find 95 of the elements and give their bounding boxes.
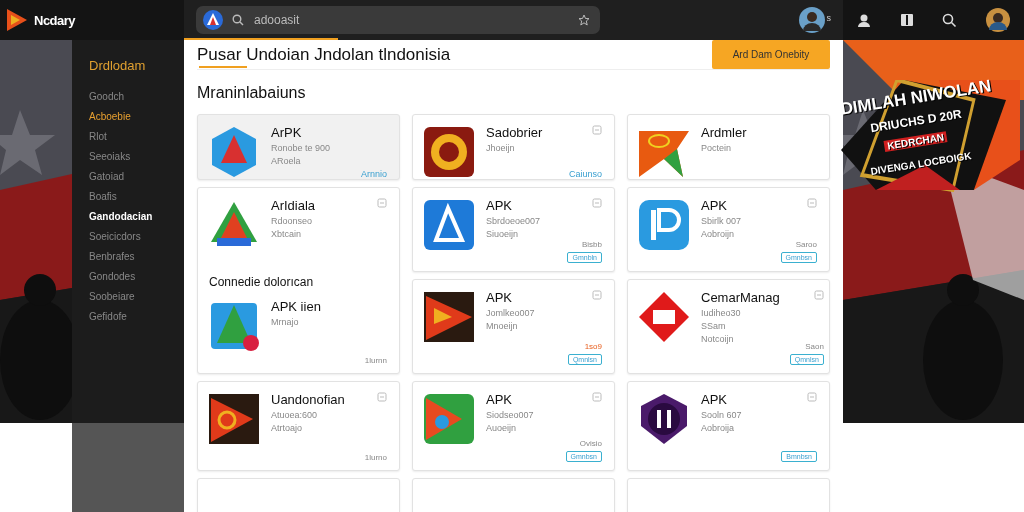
- bookmark-icon[interactable]: [592, 392, 602, 402]
- app-icon: [202, 9, 224, 31]
- sidebar-item[interactable]: Acboebie: [89, 111, 184, 122]
- app-detail: Siodseo007: [486, 410, 535, 420]
- app-icon: [422, 125, 476, 179]
- install-link[interactable]: Caiunso: [568, 169, 602, 179]
- app-name: APK: [486, 392, 513, 407]
- install-link[interactable]: Arnnio: [361, 169, 387, 179]
- sidebar-item[interactable]: Boafis: [89, 191, 184, 202]
- app-detail: ARoela: [271, 156, 302, 166]
- avatar[interactable]: [798, 7, 825, 33]
- logo-icon: [6, 8, 28, 32]
- app-name: ArPK: [271, 125, 303, 140]
- sidebar-item[interactable]: Gatoiad: [89, 171, 184, 182]
- sidebar-item[interactable]: Gandodacian: [89, 211, 184, 222]
- app-icon: [637, 198, 691, 252]
- badge-label: s: [826, 13, 831, 23]
- app-size: Saroo: [795, 240, 817, 249]
- app-icon: [207, 392, 261, 446]
- app-icon: [637, 290, 691, 344]
- app-card[interactable]: ArPK Ronobe te 900 ARoela Arnnio: [197, 114, 400, 180]
- bookmark-icon[interactable]: [377, 198, 387, 208]
- sidebar-item[interactable]: Gefidofe: [89, 311, 184, 322]
- person-icon[interactable]: [857, 13, 872, 27]
- app-detail: Mnoeijn: [486, 321, 519, 331]
- app-name: Uandonofian: [271, 392, 346, 407]
- sidebar-item[interactable]: Benbrafes: [89, 251, 184, 262]
- action-button[interactable]: Ard Dam Onebity: [712, 40, 830, 69]
- app-detail: Atuoea:600: [271, 410, 319, 420]
- app-detail: Sooln 607: [701, 410, 743, 420]
- app-size: Ovisio: [579, 439, 602, 448]
- app-name: APK: [701, 198, 728, 213]
- search-input[interactable]: adooasit: [252, 12, 570, 28]
- book-icon[interactable]: [899, 13, 914, 27]
- app-name: APK iien: [271, 298, 322, 314]
- app-detail: Poctein: [701, 143, 733, 153]
- app-detail: Notcoijn: [701, 334, 735, 344]
- app-size: 1lurno: [364, 453, 387, 462]
- app-detail: Sbirlk 007: [701, 216, 743, 226]
- app-size: Bisbb: [582, 240, 602, 249]
- bookmark-icon[interactable]: [592, 198, 602, 208]
- search-icon[interactable]: [942, 12, 958, 28]
- star-icon[interactable]: [578, 14, 590, 26]
- app-name: APK: [701, 392, 728, 407]
- bookmark-icon[interactable]: [592, 290, 602, 300]
- brand-name: Ncdary: [34, 12, 76, 28]
- app-card[interactable]: ArIdiala Rdoonseo Xbtcain Connedie dolorıcan APK iien Mrnajo 1lurnn: [197, 187, 400, 374]
- app-icon: [422, 392, 476, 446]
- bookmark-icon[interactable]: [377, 392, 387, 402]
- banner-text: DIVENGA LOCBOIGK: [869, 150, 973, 177]
- bookmark-icon[interactable]: [807, 392, 817, 402]
- app-name: CemarManag: [701, 290, 780, 305]
- app-detail: Jhoeijn: [486, 143, 516, 153]
- app-name: ArIdiala: [271, 198, 317, 213]
- sidebar-item[interactable]: Gondodes: [89, 271, 184, 282]
- app-detail: Ronobe te 900: [271, 143, 332, 153]
- app-name: APK: [486, 198, 513, 213]
- app-size: 1lurnn: [364, 356, 387, 365]
- group-heading: Connedie dolorıcan: [208, 274, 315, 289]
- app-icon: [422, 198, 476, 252]
- app-detail: Mrnajo: [271, 316, 300, 327]
- app-detail: Rdoonseo: [271, 216, 314, 226]
- app-detail: Xbtcain: [271, 229, 303, 239]
- app-name: Sadobrier: [486, 125, 544, 140]
- sidebar-item[interactable]: Rlot: [89, 131, 184, 142]
- page-title: Pusar Undoian Jndolan tlndonisia: [197, 44, 451, 65]
- sidebar-item[interactable]: Soobeiare: [89, 291, 184, 302]
- sidebar-item[interactable]: Soeicicdors: [89, 231, 184, 242]
- app-detail: Iudiheo30: [701, 308, 742, 318]
- sidebar-item[interactable]: Seeoiaks: [89, 151, 184, 162]
- bookmark-icon[interactable]: [592, 125, 602, 135]
- app-icon: [422, 290, 476, 344]
- app-detail: Sbrdoeoe007: [486, 216, 542, 226]
- sidebar-item[interactable]: Goodch: [89, 91, 184, 102]
- app-card[interactable]: Ardmler Poctein: [627, 114, 830, 180]
- section-title: Mraninlabaiuns: [197, 84, 307, 102]
- app-detail: Jomlkeo007: [486, 308, 536, 318]
- app-detail: Siuoeijn: [486, 229, 520, 239]
- app-name: APK: [486, 290, 513, 305]
- app-name: Ardmler: [701, 125, 748, 140]
- app-size: Saon: [805, 342, 824, 351]
- app-size: 1so9: [584, 342, 602, 351]
- search-bar[interactable]: adooasit: [196, 6, 600, 34]
- app-detail: SSam: [701, 321, 727, 331]
- sidebar-title: Drdlodam: [89, 58, 147, 73]
- app-detail: Aobroija: [701, 423, 736, 433]
- bookmark-icon[interactable]: [813, 290, 824, 300]
- app-detail: Aobroijn: [701, 229, 736, 239]
- search-icon: [232, 14, 244, 26]
- app-card[interactable]: Sadobrier Jhoeijn Caiunso: [412, 114, 615, 180]
- app-detail: Auoeijn: [486, 423, 518, 433]
- app-detail: Atrtoajo: [271, 423, 304, 433]
- app-card[interactable]: Uandonofian Atuoea:600 Atrtoajo 1lurno: [197, 381, 400, 471]
- bookmark-icon[interactable]: [807, 198, 817, 208]
- avatar[interactable]: [985, 8, 1010, 32]
